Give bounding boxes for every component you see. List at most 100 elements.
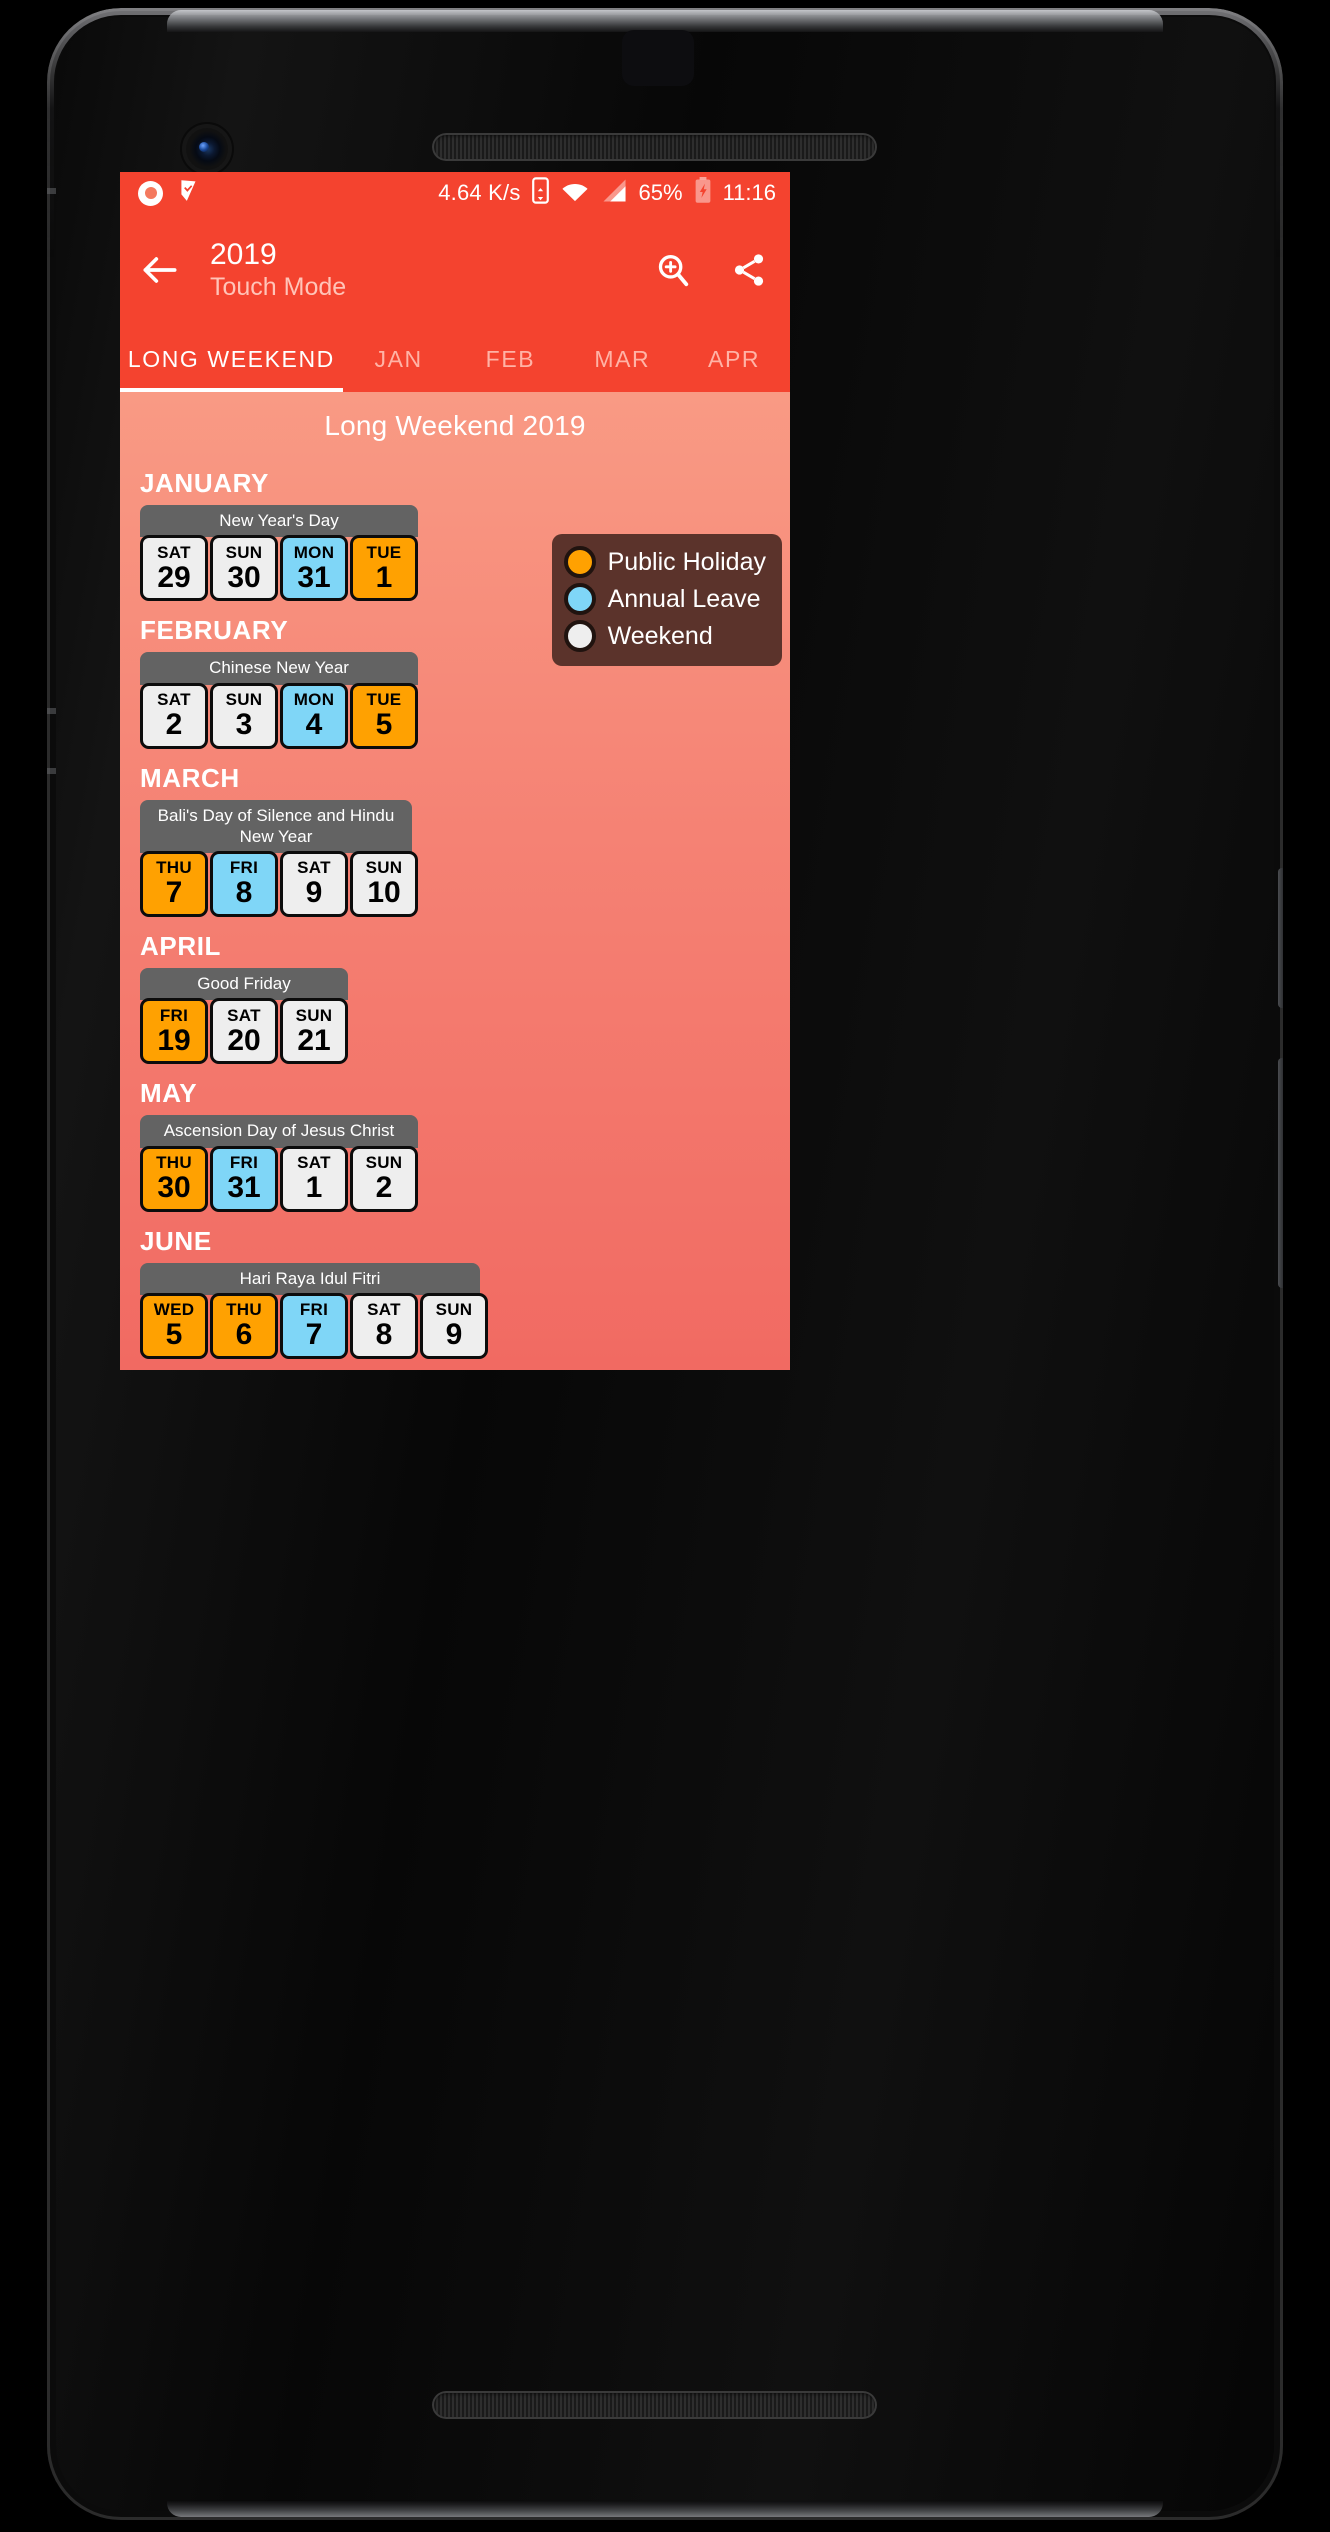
day-number-label: 19 bbox=[157, 1023, 191, 1057]
page-subtitle: Touch Mode bbox=[210, 272, 347, 301]
day-number-label: 7 bbox=[305, 1318, 323, 1351]
day-number-label: 2 bbox=[165, 707, 183, 741]
tab-apr[interactable]: APR bbox=[678, 326, 790, 392]
day-number-label: 3 bbox=[235, 707, 253, 741]
day-card[interactable]: FRI 8 bbox=[210, 851, 278, 917]
app-bar: 2019 Touch Mode bbox=[120, 214, 790, 326]
day-number-label: 31 bbox=[227, 1170, 261, 1204]
day-card[interactable]: SAT 2 bbox=[140, 682, 208, 749]
day-number-label: 20 bbox=[227, 1023, 261, 1057]
day-of-week-label: SUN bbox=[365, 858, 403, 878]
day-card[interactable]: SUN 10 bbox=[350, 851, 418, 917]
day-of-week-label: SUN bbox=[365, 1152, 403, 1172]
content-area[interactable]: Long Weekend 2019 Public Holiday Annual … bbox=[120, 392, 790, 1370]
day-card[interactable]: SAT 20 bbox=[210, 998, 278, 1065]
day-of-week-label: TUE bbox=[366, 689, 402, 709]
day-of-week-label: SAT bbox=[297, 858, 331, 878]
zoom-in-icon[interactable] bbox=[654, 251, 692, 289]
holiday-group[interactable]: New Year's Day SAT 29 SUN 30 MON 31 TUE 1 bbox=[140, 505, 418, 602]
day-of-week-label: TUE bbox=[366, 542, 402, 562]
holiday-name-label: Good Friday bbox=[140, 968, 348, 1001]
bottom-speaker bbox=[432, 2391, 877, 2419]
day-card[interactable]: TUE 1 bbox=[350, 535, 418, 602]
day-card[interactable]: SUN 9 bbox=[420, 1292, 488, 1359]
holiday-group[interactable]: Good Friday FRI 19 SAT 20 SUN 21 bbox=[140, 968, 348, 1065]
back-arrow-icon[interactable] bbox=[138, 248, 182, 292]
day-card[interactable]: THU 6 bbox=[210, 1292, 278, 1359]
day-card[interactable]: FRI 7 bbox=[280, 1292, 348, 1359]
day-of-week-label: SUN bbox=[225, 689, 263, 709]
day-card[interactable]: SUN 21 bbox=[280, 998, 348, 1065]
day-card[interactable]: FRI 19 bbox=[140, 998, 208, 1065]
power-button[interactable] bbox=[1278, 868, 1283, 1008]
day-card[interactable]: THU 7 bbox=[140, 851, 208, 917]
day-of-week-label: SAT bbox=[367, 1300, 401, 1319]
day-number-label: 29 bbox=[157, 560, 191, 594]
battery-percent-text: 65% bbox=[638, 180, 683, 205]
day-card[interactable]: SAT 8 bbox=[350, 1292, 418, 1359]
day-of-week-label: MON bbox=[293, 689, 335, 709]
day-of-week-label: FRI bbox=[159, 1005, 189, 1025]
legend-item: Annual Leave bbox=[563, 583, 766, 615]
clock-text: 11:16 bbox=[722, 180, 776, 205]
holiday-group[interactable]: Chinese New Year SAT 2 SUN 3 MON 4 TUE 5 bbox=[140, 652, 418, 749]
day-card[interactable]: MON 4 bbox=[280, 682, 348, 749]
tab-long-weekend[interactable]: LONG WEEKEND bbox=[120, 326, 343, 392]
day-of-week-label: SAT bbox=[227, 1005, 261, 1025]
volume-button[interactable] bbox=[1278, 1058, 1283, 1288]
day-number-label: 5 bbox=[375, 707, 393, 741]
proximity-sensor bbox=[622, 30, 694, 86]
day-card[interactable]: SAT 9 bbox=[280, 851, 348, 917]
day-of-week-label: WED bbox=[153, 1300, 195, 1319]
content-title: Long Weekend 2019 bbox=[324, 410, 586, 441]
legend-item: Weekend bbox=[563, 620, 766, 652]
tab-mar[interactable]: MAR bbox=[566, 326, 678, 392]
day-number-label: 9 bbox=[305, 876, 323, 910]
antenna-band bbox=[47, 768, 56, 774]
day-number-label: 8 bbox=[235, 876, 253, 910]
day-card[interactable]: SAT 1 bbox=[280, 1145, 348, 1212]
legend-label: Public Holiday bbox=[607, 547, 766, 576]
legend-label: Annual Leave bbox=[607, 584, 761, 613]
month-name: MAY bbox=[140, 1078, 198, 1109]
legend-label: Weekend bbox=[607, 621, 713, 650]
day-number-label: 21 bbox=[297, 1023, 331, 1057]
phone-device-frame: 4.64 K/s 65% 11:16 2019 Touch Mode LONG … bbox=[47, 8, 1283, 2520]
day-card[interactable]: SAT 29 bbox=[140, 535, 208, 602]
frame-top-rail bbox=[167, 10, 1163, 32]
day-card[interactable]: TUE 5 bbox=[350, 682, 418, 749]
day-card[interactable]: MON 31 bbox=[280, 535, 348, 602]
holiday-group[interactable]: Hari Raya Idul Fitri WED 5 THU 6 FRI 7 SAT 8 SUN 9 bbox=[140, 1262, 488, 1359]
day-card[interactable]: SUN 30 bbox=[210, 535, 278, 602]
day-number-label: 2 bbox=[375, 1170, 393, 1204]
days-row: FRI 19 SAT 20 SUN 21 bbox=[140, 998, 348, 1065]
days-row: SAT 2 SUN 3 MON 4 TUE 5 bbox=[140, 682, 418, 749]
day-card[interactable]: FRI 31 bbox=[210, 1145, 278, 1212]
day-of-week-label: FRI bbox=[229, 1152, 259, 1172]
holiday-name-label: Chinese New Year bbox=[140, 652, 418, 685]
holiday-group[interactable]: Ascension Day of Jesus Christ THU 30 FRI 31 S… bbox=[140, 1115, 418, 1212]
holiday-group[interactable]: Bali's Day of Silence and Hindu New Year… bbox=[140, 799, 418, 917]
day-card[interactable]: THU 30 bbox=[140, 1145, 208, 1212]
tab-feb[interactable]: FEB bbox=[455, 326, 567, 392]
month-block: MAY Ascension Day of Jesus Christ THU 30 FRI… bbox=[120, 1078, 790, 1212]
front-camera-icon bbox=[186, 128, 228, 170]
network-speed-text: 4.64 K/s bbox=[438, 180, 521, 205]
day-number-label: 1 bbox=[375, 560, 393, 594]
phone-vibrate-icon bbox=[531, 176, 549, 210]
day-card[interactable]: SUN 2 bbox=[350, 1145, 418, 1212]
days-row: WED 5 THU 6 FRI 7 SAT 8 SUN 9 bbox=[140, 1292, 488, 1359]
antenna-band bbox=[47, 708, 56, 714]
share-icon[interactable] bbox=[730, 251, 768, 289]
day-card[interactable]: SUN 3 bbox=[210, 682, 278, 749]
day-of-week-label: SUN bbox=[295, 1005, 333, 1025]
day-card[interactable]: WED 5 bbox=[140, 1292, 208, 1359]
tab-jan[interactable]: JAN bbox=[343, 326, 455, 392]
phone-screen: 4.64 K/s 65% 11:16 2019 Touch Mode LONG … bbox=[120, 172, 790, 1370]
app-bar-actions bbox=[654, 251, 768, 289]
month-name: MARCH bbox=[140, 762, 240, 793]
holiday-name-label: Hari Raya Idul Fitri bbox=[140, 1262, 480, 1295]
earpiece-speaker bbox=[432, 133, 877, 161]
cellular-signal-icon bbox=[601, 178, 628, 209]
holiday-name-label: Bali's Day of Silence and Hindu New Year bbox=[140, 799, 412, 853]
